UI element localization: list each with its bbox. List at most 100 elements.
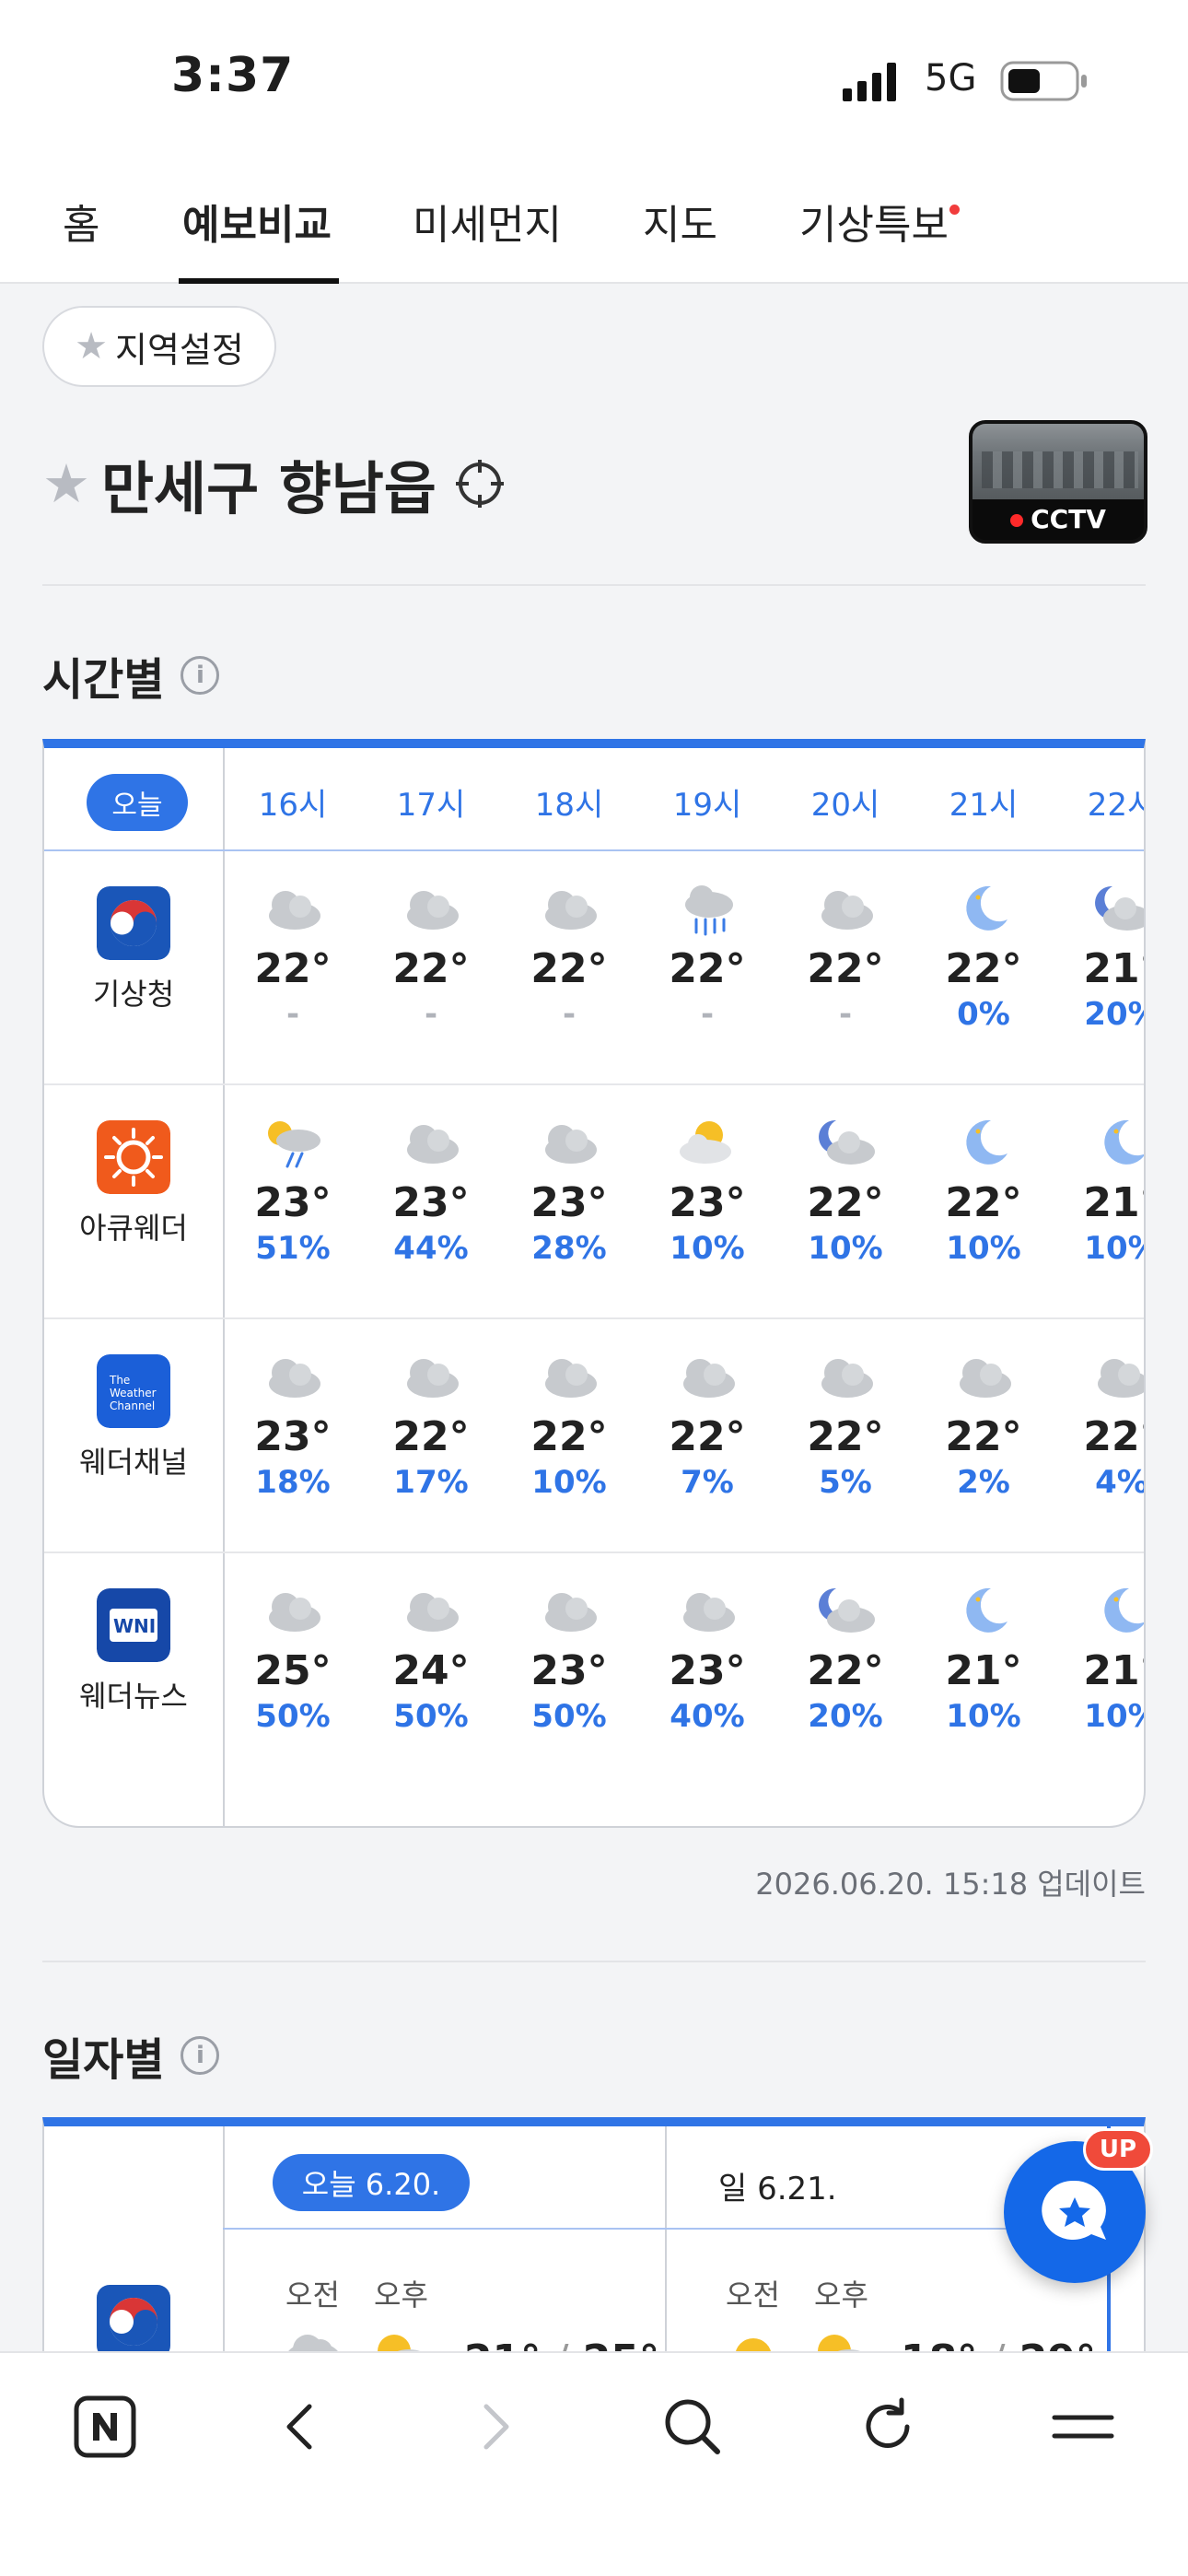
precip-probability: - [838,996,853,1033]
network-label: 5G [925,57,977,100]
cloudy-icon [407,1593,459,1632]
hourly-cell: 21°10% [1053,1581,1144,1735]
cloudy-icon [407,1125,459,1164]
temperature: 21° [945,1647,1022,1694]
cloudy-icon [821,1359,873,1398]
refresh-icon [866,2397,910,2448]
bottom-toolbar [0,2351,1188,2576]
hourly-cell: 22° 20% [776,1581,914,1735]
tab-map[interactable]: 지도 [643,192,717,251]
menu-button[interactable] [1046,2390,1120,2464]
temperature: 22° [807,1413,884,1460]
hourly-cell: 25° 50% [224,1581,362,1735]
temperature: 22° [807,945,884,992]
current-location-icon[interactable] [453,457,507,510]
precip-probability: 10% [1084,1230,1144,1267]
precip-probability: 2% [957,1464,1010,1501]
precip-probability: 50% [531,1698,607,1735]
hourly-cell: 23° 10% [638,1113,776,1267]
night-cloudy-icon [819,1587,875,1633]
back-button[interactable] [263,2390,337,2464]
battery-icon [1000,61,1087,101]
today-pill: 오늘 [87,774,188,831]
moon-icon [1104,1587,1144,1633]
forward-button[interactable] [459,2390,532,2464]
hour-label: 22시 [1087,787,1144,824]
cctv-button[interactable]: CCTV [969,420,1147,544]
hourly-cell: 22° - [362,879,500,1033]
temperature: 22° [669,945,746,992]
favorite-star-icon[interactable]: ★ [42,452,90,515]
precip-probability: 10% [531,1464,607,1501]
svg-text:Channel: Channel [110,1399,155,1412]
search-button[interactable] [656,2390,729,2464]
source-row: 아큐웨더 23° 51% 23° 44% 23° 28% 23° 10% 22° 10% 22° 10%… [44,1085,1144,1319]
temperature: 21° [1083,945,1144,992]
region-settings-button[interactable]: ★ 지역설정 [42,306,276,387]
updated-timestamp: 2026.06.20. 15:18 업데이트 [755,1867,1146,1902]
cloudy-icon [407,891,459,930]
temperature: 25° [254,1647,332,1694]
precip-probability: 50% [255,1698,331,1735]
new-dot-badge [949,205,960,215]
hour-label: 20시 [810,787,880,824]
signal-icon [843,63,896,101]
cloudy-icon [545,1125,597,1164]
up-badge: UP [1083,2128,1153,2171]
temperature: 23° [530,1179,608,1226]
refresh-button[interactable] [851,2390,925,2464]
temperature: 22° [392,945,470,992]
precip-probability: 50% [393,1698,469,1735]
precip-probability: - [562,996,577,1033]
hamburger-menu-icon [1052,2415,1114,2439]
cctv-thumbnail [973,424,1144,499]
precip-probability: 7% [681,1464,734,1501]
header-divider [223,2228,1111,2230]
info-icon[interactable]: i [181,656,220,695]
precip-probability: 40% [670,1698,745,1735]
hourly-cell: 22° - [500,879,638,1033]
hourly-section-title: 시간별 i [42,643,220,708]
source-logo-icon: TheWeatherChannel [97,1354,170,1428]
tab-forecast-compare[interactable]: 예보비교 [182,192,332,251]
hourly-cell: 22° - [224,879,362,1033]
hourly-forecast-table: 오늘 16시 17시 18시 19시 20시 21시 22시 기상청22°-22… [42,739,1146,1828]
daily-next-day-label: 일 6.21. [718,2171,837,2207]
source-logo-icon: WNI [97,1588,170,1662]
hourly-cell: 22° 10% [500,1347,638,1501]
hourly-cell: 21°20% [1053,879,1144,1033]
info-icon[interactable]: i [181,2036,220,2075]
kma-logo-icon [97,2285,170,2359]
hourly-cell: 22° 0% [914,879,1053,1033]
cloudy-icon [683,1593,735,1632]
tab-weather-warning[interactable]: 기상특보 [799,192,949,251]
precip-probability: 10% [1084,1698,1144,1735]
naver-home-button[interactable] [68,2390,142,2464]
precip-probability: 28% [531,1230,607,1267]
sun-rain-icon [268,1121,320,1168]
hourly-cell: 23° 18% [224,1347,362,1501]
cloudy-icon [683,1359,735,1398]
top-tabs: 홈 예보비교 미세먼지 지도 기상특보 [0,157,1188,284]
daily-section-title: 일자별 i [42,2023,220,2088]
hourly-cell: 23° 44% [362,1113,500,1267]
cloudy-icon [545,1593,597,1632]
live-dot-icon [1010,514,1024,527]
moon-icon [966,1587,1007,1633]
tab-home[interactable]: 홈 [63,192,99,251]
chat-star-icon [1042,2180,1106,2240]
temperature: 23° [530,1647,608,1694]
moon-icon [966,1119,1007,1165]
naver-n-icon [74,2395,136,2458]
source-row: The Weather Channel 웨더채널 23° 18% 22° 17% 22° 10% 2… [44,1319,1144,1553]
tab-fine-dust[interactable]: 미세먼지 [413,192,562,251]
hourly-cell: 22°4% [1053,1347,1144,1501]
active-tab-indicator [179,278,339,284]
precip-probability: 10% [808,1230,883,1267]
cloudy-icon [545,891,597,930]
source-logo-icon [97,1120,170,1194]
temperature: 21° [1083,1647,1144,1694]
temperature: 21° [1083,1179,1144,1226]
precip-probability: 0% [957,996,1010,1033]
am-label: 오전 [285,2277,340,2313]
